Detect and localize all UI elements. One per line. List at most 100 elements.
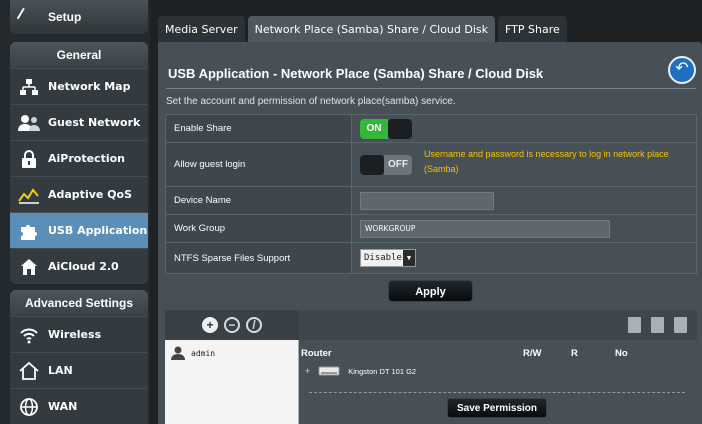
allow-guest-value: OFF Username and password is necessary t… (352, 143, 696, 186)
sidebar-item-label: AiProtection (48, 152, 125, 165)
chevron-down-icon: ▼ (403, 250, 415, 266)
router-admin-page: / Setup General Network Map Guest Networ… (0, 0, 702, 424)
title-divider (166, 88, 696, 89)
house-icon (16, 360, 42, 382)
folder-actions (628, 317, 687, 333)
sidebar-item-adaptive-qos[interactable]: Adaptive QoS (10, 176, 148, 212)
general-group: General Network Map Guest Network AiProt… (10, 42, 148, 284)
work-group-input[interactable]: WORKGROUP (360, 220, 610, 238)
enable-share-toggle[interactable]: ON (360, 119, 412, 139)
sidebar-item-label: Wireless (48, 328, 102, 341)
device-name-label: Device Name (166, 187, 352, 214)
sidebar-item-guest-network[interactable]: Guest Network (10, 104, 148, 140)
toggle-on-text: ON (360, 119, 388, 139)
permissions-panel: + − / admin Router R/W R No + Kingston D… (165, 310, 697, 424)
puzzle-icon (16, 220, 42, 242)
network-map-icon (16, 76, 42, 98)
sidebar-item-lan[interactable]: LAN (10, 352, 148, 388)
setup-label: Setup (48, 10, 82, 24)
table-row[interactable]: + Kingston DT 101 G2 (305, 366, 416, 376)
ntfs-sparse-select[interactable]: Disable ▼ (360, 249, 416, 267)
toggle-knob (360, 155, 384, 175)
cloud-house-icon (16, 256, 42, 278)
remove-account-icon[interactable]: − (224, 317, 240, 333)
qos-icon (16, 184, 42, 206)
account-list: admin (165, 340, 299, 424)
folder-toolbar (299, 310, 697, 340)
save-permission-button[interactable]: Save Permission (447, 398, 547, 418)
sidebar-item-label: WAN (48, 400, 78, 413)
general-title: General (10, 42, 148, 68)
setup-button[interactable]: / Setup (10, 0, 148, 34)
expand-icon[interactable]: + (305, 366, 310, 376)
device-name-row: Device Name (166, 187, 696, 215)
sidebar: / Setup General Network Map Guest Networ… (0, 0, 150, 424)
ntfs-sparse-selected: Disable (364, 253, 402, 263)
work-group-label: Work Group (166, 215, 352, 242)
enable-share-row: Enable Share ON (166, 115, 696, 143)
tab-media-server[interactable]: Media Server (158, 16, 245, 42)
enable-share-value: ON (352, 115, 696, 142)
allow-guest-toggle[interactable]: OFF (360, 155, 412, 175)
main-panel: USB Application - Network Place (Samba) … (158, 42, 702, 424)
guest-login-note: Username and password is necessary to lo… (424, 149, 669, 174)
enable-share-label: Enable Share (166, 115, 352, 142)
sidebar-item-aiprotection[interactable]: AiProtection (10, 140, 148, 176)
account-toolbar: + − / (165, 310, 299, 340)
page-title: USB Application - Network Place (Samba) … (168, 66, 544, 81)
tab-ftp-share[interactable]: FTP Share (498, 16, 567, 42)
header-r: R (571, 348, 578, 359)
header-no: No (615, 348, 628, 359)
apply-button[interactable]: Apply (388, 280, 473, 302)
settings-form: Enable Share ON Allow guest login OFF Us… (165, 114, 697, 274)
page-description: Set the account and permission of networ… (166, 96, 456, 107)
list-item[interactable]: admin (171, 346, 215, 360)
header-rw: R/W (523, 348, 542, 359)
sidebar-item-aicloud[interactable]: AiCloud 2.0 (10, 248, 148, 284)
account-name: admin (191, 348, 216, 358)
advanced-group: Advanced Settings Wireless LAN WAN (10, 290, 148, 424)
toggle-off-text: OFF (384, 155, 412, 175)
sidebar-item-wireless[interactable]: Wireless (10, 316, 148, 352)
rename-folder-icon[interactable] (674, 317, 687, 333)
ntfs-sparse-label: NTFS Sparse Files Support (166, 243, 352, 273)
advanced-title: Advanced Settings (10, 290, 148, 316)
device-name-value (352, 187, 696, 214)
add-folder-icon[interactable] (628, 317, 641, 333)
edit-account-icon[interactable]: / (246, 317, 262, 333)
user-icon (171, 346, 185, 360)
sidebar-item-network-map[interactable]: Network Map (10, 68, 148, 104)
add-account-icon[interactable]: + (202, 317, 218, 333)
ntfs-sparse-row: NTFS Sparse Files Support Disable ▼ (166, 243, 696, 273)
tab-samba-share[interactable]: Network Place (Samba) Share / Cloud Disk (247, 16, 496, 42)
sidebar-item-label: Adaptive QoS (48, 188, 133, 201)
back-arrow-icon: ↶ (675, 60, 689, 77)
guest-network-icon (16, 112, 42, 134)
permission-table: Router R/W R No + Kingston DT 101 G2 Sav… (299, 340, 697, 424)
back-button[interactable]: ↶ (668, 56, 696, 84)
lock-icon (16, 148, 42, 170)
work-group-value: WORKGROUP (352, 215, 696, 242)
sidebar-item-label: Network Map (48, 80, 131, 93)
wand-icon: / (15, 5, 26, 24)
header-router: Router (301, 348, 332, 359)
device-label: Kingston DT 101 G2 (348, 366, 417, 376)
tab-bar: Media Server Network Place (Samba) Share… (158, 16, 570, 42)
globe-icon (16, 396, 42, 418)
toggle-knob (388, 119, 412, 139)
delete-folder-icon[interactable] (651, 317, 664, 333)
allow-guest-row: Allow guest login OFF Username and passw… (166, 143, 696, 187)
sidebar-item-label: Guest Network (48, 116, 141, 129)
wifi-icon (16, 324, 42, 346)
sidebar-item-label: USB Application (48, 224, 148, 237)
sidebar-item-usb-application[interactable]: USB Application (10, 212, 148, 248)
usb-drive-icon (318, 366, 340, 376)
allow-guest-label: Allow guest login (166, 143, 352, 186)
ntfs-sparse-value: Disable ▼ (352, 243, 696, 273)
device-name-input[interactable] (360, 192, 494, 210)
sidebar-item-label: AiCloud 2.0 (48, 260, 119, 273)
table-divider (309, 392, 685, 393)
sidebar-item-wan[interactable]: WAN (10, 388, 148, 424)
work-group-row: Work Group WORKGROUP (166, 215, 696, 243)
sidebar-item-label: LAN (48, 364, 73, 377)
